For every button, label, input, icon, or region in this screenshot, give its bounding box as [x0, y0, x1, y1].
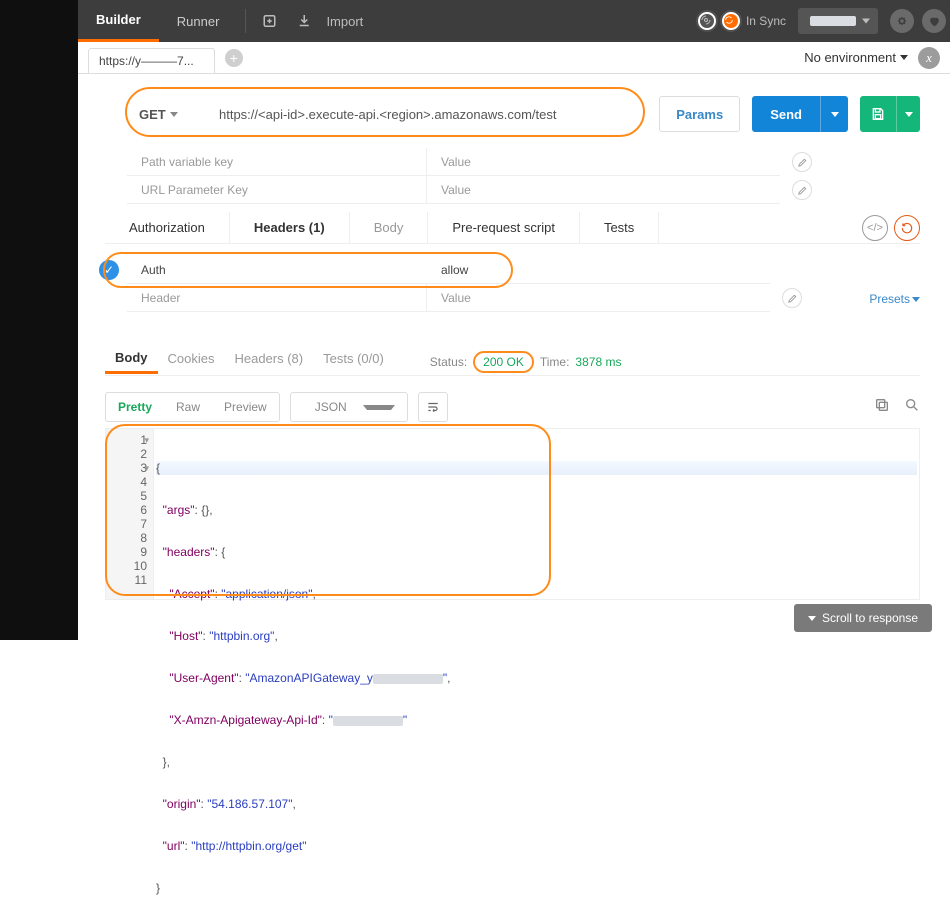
request-tabs: Authorization Headers (1) Body Pre-reque…: [105, 212, 920, 244]
url-param-value-input[interactable]: Value: [427, 176, 780, 203]
check-icon: ✓: [99, 260, 119, 280]
edit-icon[interactable]: [792, 152, 812, 172]
settings-icon[interactable]: [890, 9, 914, 33]
response-tab-body[interactable]: Body: [105, 350, 158, 374]
tab-pre-request[interactable]: Pre-request script: [428, 212, 580, 243]
chevron-down-icon: [363, 405, 395, 410]
header-row-new[interactable]: Header Value: [127, 284, 770, 312]
edit-icon[interactable]: [782, 288, 802, 308]
tab-strip: https://y———7... + No environment x: [78, 42, 950, 74]
environment-select[interactable]: No environment: [804, 50, 908, 65]
header-key-input[interactable]: Header: [127, 284, 427, 311]
header-value-input[interactable]: Value: [427, 284, 770, 311]
send-button[interactable]: Send: [752, 96, 820, 132]
header-value-input[interactable]: allow: [427, 256, 770, 283]
method-label: GET: [139, 107, 166, 122]
save-button[interactable]: [860, 96, 896, 132]
tab-authorization[interactable]: Authorization: [105, 212, 230, 243]
user-dropdown[interactable]: [798, 8, 878, 34]
header-key-input[interactable]: Auth: [127, 256, 427, 283]
new-tab-icon[interactable]: [262, 12, 280, 30]
chevron-down-icon: [808, 616, 816, 621]
view-mode-group: Pretty Raw Preview: [105, 392, 280, 422]
view-preview-button[interactable]: Preview: [212, 400, 279, 414]
tab-tests[interactable]: Tests: [580, 212, 659, 243]
response-tab-tests[interactable]: Tests (0/0): [313, 351, 394, 372]
window-left-gutter: [0, 0, 78, 640]
send-caret-button[interactable]: [820, 96, 848, 132]
presets-link[interactable]: Presets: [869, 292, 920, 306]
method-select[interactable]: GET: [127, 107, 197, 122]
environment-label: No environment: [804, 50, 896, 65]
sync-satellite-icon: [698, 12, 716, 30]
format-label: JSON: [303, 400, 359, 414]
chevron-down-icon: [900, 55, 908, 60]
request-tab-chip[interactable]: https://y———7...: [88, 48, 215, 74]
edit-icon[interactable]: [792, 180, 812, 200]
response-status: Status: 200 OK Time: 3878 ms: [430, 351, 622, 373]
response-tab-cookies[interactable]: Cookies: [158, 351, 225, 372]
url-param-key-input[interactable]: URL Parameter Key: [127, 176, 427, 203]
tab-runner[interactable]: Runner: [159, 0, 238, 42]
sync-status[interactable]: In Sync: [698, 12, 786, 30]
path-variable-row[interactable]: Path variable key Value: [127, 148, 780, 176]
import-icon[interactable]: [296, 12, 314, 30]
path-variable-key-input[interactable]: Path variable key: [127, 148, 427, 175]
wrap-lines-button[interactable]: [418, 392, 448, 422]
user-name-redacted: [810, 16, 856, 26]
time-label: Time:: [540, 355, 570, 369]
app-top-bar: Builder Runner Import In Sync: [78, 0, 950, 42]
response-tab-headers[interactable]: Headers (8): [224, 351, 313, 372]
scroll-to-response-button[interactable]: Scroll to response: [794, 604, 932, 632]
header-row-auth[interactable]: ✓ Auth allow: [127, 256, 770, 284]
response-viewer-controls: Pretty Raw Preview JSON: [105, 390, 920, 424]
copy-icon[interactable]: [874, 397, 890, 418]
search-icon[interactable]: [904, 397, 920, 418]
response-tabs: Body Cookies Headers (8) Tests (0/0) Sta…: [105, 348, 920, 376]
environment-vars-icon[interactable]: x: [918, 47, 940, 69]
divider: [245, 9, 246, 33]
status-label: Status:: [430, 355, 467, 369]
chevron-down-icon: [831, 112, 839, 117]
view-raw-button[interactable]: Raw: [164, 400, 212, 414]
chevron-down-icon: [905, 112, 913, 117]
sync-label: In Sync: [746, 14, 786, 28]
sync-active-icon: [722, 12, 740, 30]
status-value: 200 OK: [473, 351, 534, 373]
code-icon[interactable]: </>: [862, 215, 888, 241]
save-caret-button[interactable]: [896, 96, 920, 132]
response-body-viewer[interactable]: 1234567891011 { "args": {}, "headers": {…: [105, 428, 920, 600]
chevron-down-icon: [912, 297, 920, 302]
reset-icon[interactable]: [894, 215, 920, 241]
url-param-row[interactable]: URL Parameter Key Value: [127, 176, 780, 204]
line-gutter: 1234567891011: [106, 429, 154, 599]
time-value: 3878 ms: [575, 355, 621, 369]
chevron-down-icon: [170, 112, 178, 117]
heart-icon[interactable]: [922, 9, 946, 33]
response-body-code: { "args": {}, "headers": { "Accept": "ap…: [154, 429, 919, 599]
view-pretty-button[interactable]: Pretty: [106, 400, 164, 414]
format-select[interactable]: JSON: [290, 392, 408, 422]
path-variable-value-input[interactable]: Value: [427, 148, 780, 175]
tab-body[interactable]: Body: [350, 212, 429, 243]
url-input[interactable]: [209, 96, 647, 132]
import-label[interactable]: Import: [326, 14, 363, 29]
params-button[interactable]: Params: [659, 96, 740, 132]
tab-headers[interactable]: Headers (1): [230, 212, 350, 243]
new-request-tab-icon[interactable]: +: [225, 49, 243, 67]
tab-builder[interactable]: Builder: [78, 0, 159, 42]
request-line: GET Params Send: [127, 92, 920, 136]
